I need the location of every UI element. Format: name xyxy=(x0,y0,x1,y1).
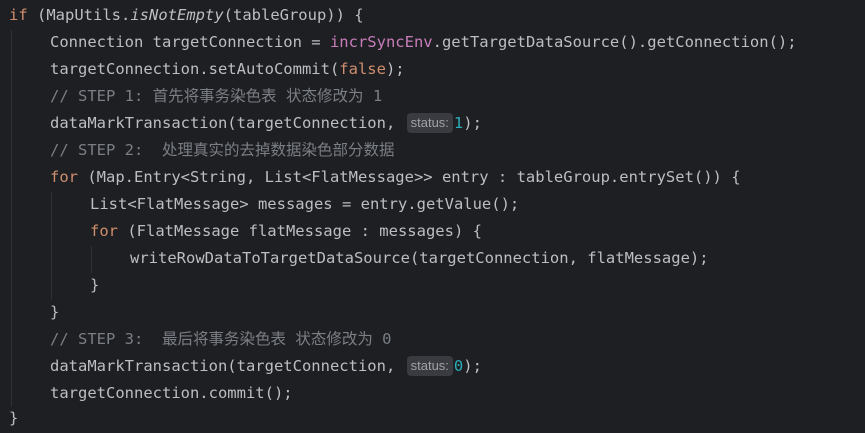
code-line-4[interactable]: // STEP 1: 首先将事务染色表 状态修改为 1 xyxy=(50,83,382,110)
code-line-5[interactable]: dataMarkTransaction(targetConnection, st… xyxy=(50,110,482,137)
keyword: for xyxy=(90,222,118,240)
code-text: (Map.Entry<String, List<FlatMessage>> en… xyxy=(78,168,741,186)
indent-guide xyxy=(51,192,52,300)
code-line-3[interactable]: targetConnection.setAutoCommit(false); xyxy=(50,56,405,83)
code-text: (MapUtils. xyxy=(27,6,131,24)
code-text: targetConnection.commit(); xyxy=(50,384,293,402)
code-line-8[interactable]: List<FlatMessage> messages = entry.getVa… xyxy=(90,191,519,218)
indent-guide xyxy=(11,30,12,407)
comment: // STEP 2: 处理真实的去掉数据染色部分数据 xyxy=(50,141,395,159)
code-text: } xyxy=(9,409,19,427)
number-literal: 1 xyxy=(453,114,464,132)
keyword: if xyxy=(9,6,28,24)
code-text: } xyxy=(90,276,100,294)
code-text: } xyxy=(50,303,60,321)
parameter-hint: status: xyxy=(406,356,453,376)
code-text: ); xyxy=(385,60,405,78)
code-text: targetConnection.setAutoCommit( xyxy=(50,60,340,78)
keyword: false xyxy=(339,60,386,78)
code-text: ); xyxy=(463,114,482,132)
code-editor[interactable]: if (MapUtils.isNotEmpty(tableGroup)) { C… xyxy=(0,0,865,433)
code-text: List<FlatMessage> messages = entry.getVa… xyxy=(90,195,520,213)
code-text: dataMarkTransaction(targetConnection, xyxy=(50,114,405,132)
comment: // STEP 1: 首先将事务染色表 状态修改为 1 xyxy=(50,87,383,105)
code-line-15[interactable]: targetConnection.commit(); xyxy=(50,380,293,407)
code-line-11[interactable]: } xyxy=(90,272,99,299)
code-text: writeRowDataToTargetDataSource(targetCon… xyxy=(130,249,709,267)
code-text: .getTargetDataSource().getConnection(); xyxy=(432,33,797,51)
indent-guide xyxy=(91,246,92,273)
parameter-hint: status: xyxy=(406,113,453,133)
keyword: for xyxy=(50,168,78,186)
code-line-10[interactable]: writeRowDataToTargetDataSource(targetCon… xyxy=(130,245,709,272)
code-line-9[interactable]: for (FlatMessage flatMessage : messages)… xyxy=(90,218,482,245)
code-text: (tableGroup)) { xyxy=(223,6,364,24)
code-line-12[interactable]: } xyxy=(50,299,59,326)
method-name: isNotEmpty xyxy=(130,6,224,24)
code-text: dataMarkTransaction(targetConnection, xyxy=(50,357,405,375)
code-line-16[interactable]: } xyxy=(9,405,18,432)
comment: // STEP 3: 最后将事务染色表 状态修改为 0 xyxy=(50,330,392,348)
code-line-6[interactable]: // STEP 2: 处理真实的去掉数据染色部分数据 xyxy=(50,137,394,164)
code-text: Connection targetConnection = xyxy=(50,33,330,51)
code-text: (FlatMessage flatMessage : messages) { xyxy=(118,222,482,240)
code-line-2[interactable]: Connection targetConnection = incrSyncEn… xyxy=(50,29,797,56)
field-reference: incrSyncEnv xyxy=(329,33,433,51)
code-line-1[interactable]: if (MapUtils.isNotEmpty(tableGroup)) { xyxy=(9,2,364,29)
code-text: ); xyxy=(463,357,482,375)
code-line-14[interactable]: dataMarkTransaction(targetConnection, st… xyxy=(50,353,482,380)
number-literal: 0 xyxy=(453,357,464,375)
code-line-7[interactable]: for (Map.Entry<String, List<FlatMessage>… xyxy=(50,164,741,191)
code-line-13[interactable]: // STEP 3: 最后将事务染色表 状态修改为 0 xyxy=(50,326,391,353)
